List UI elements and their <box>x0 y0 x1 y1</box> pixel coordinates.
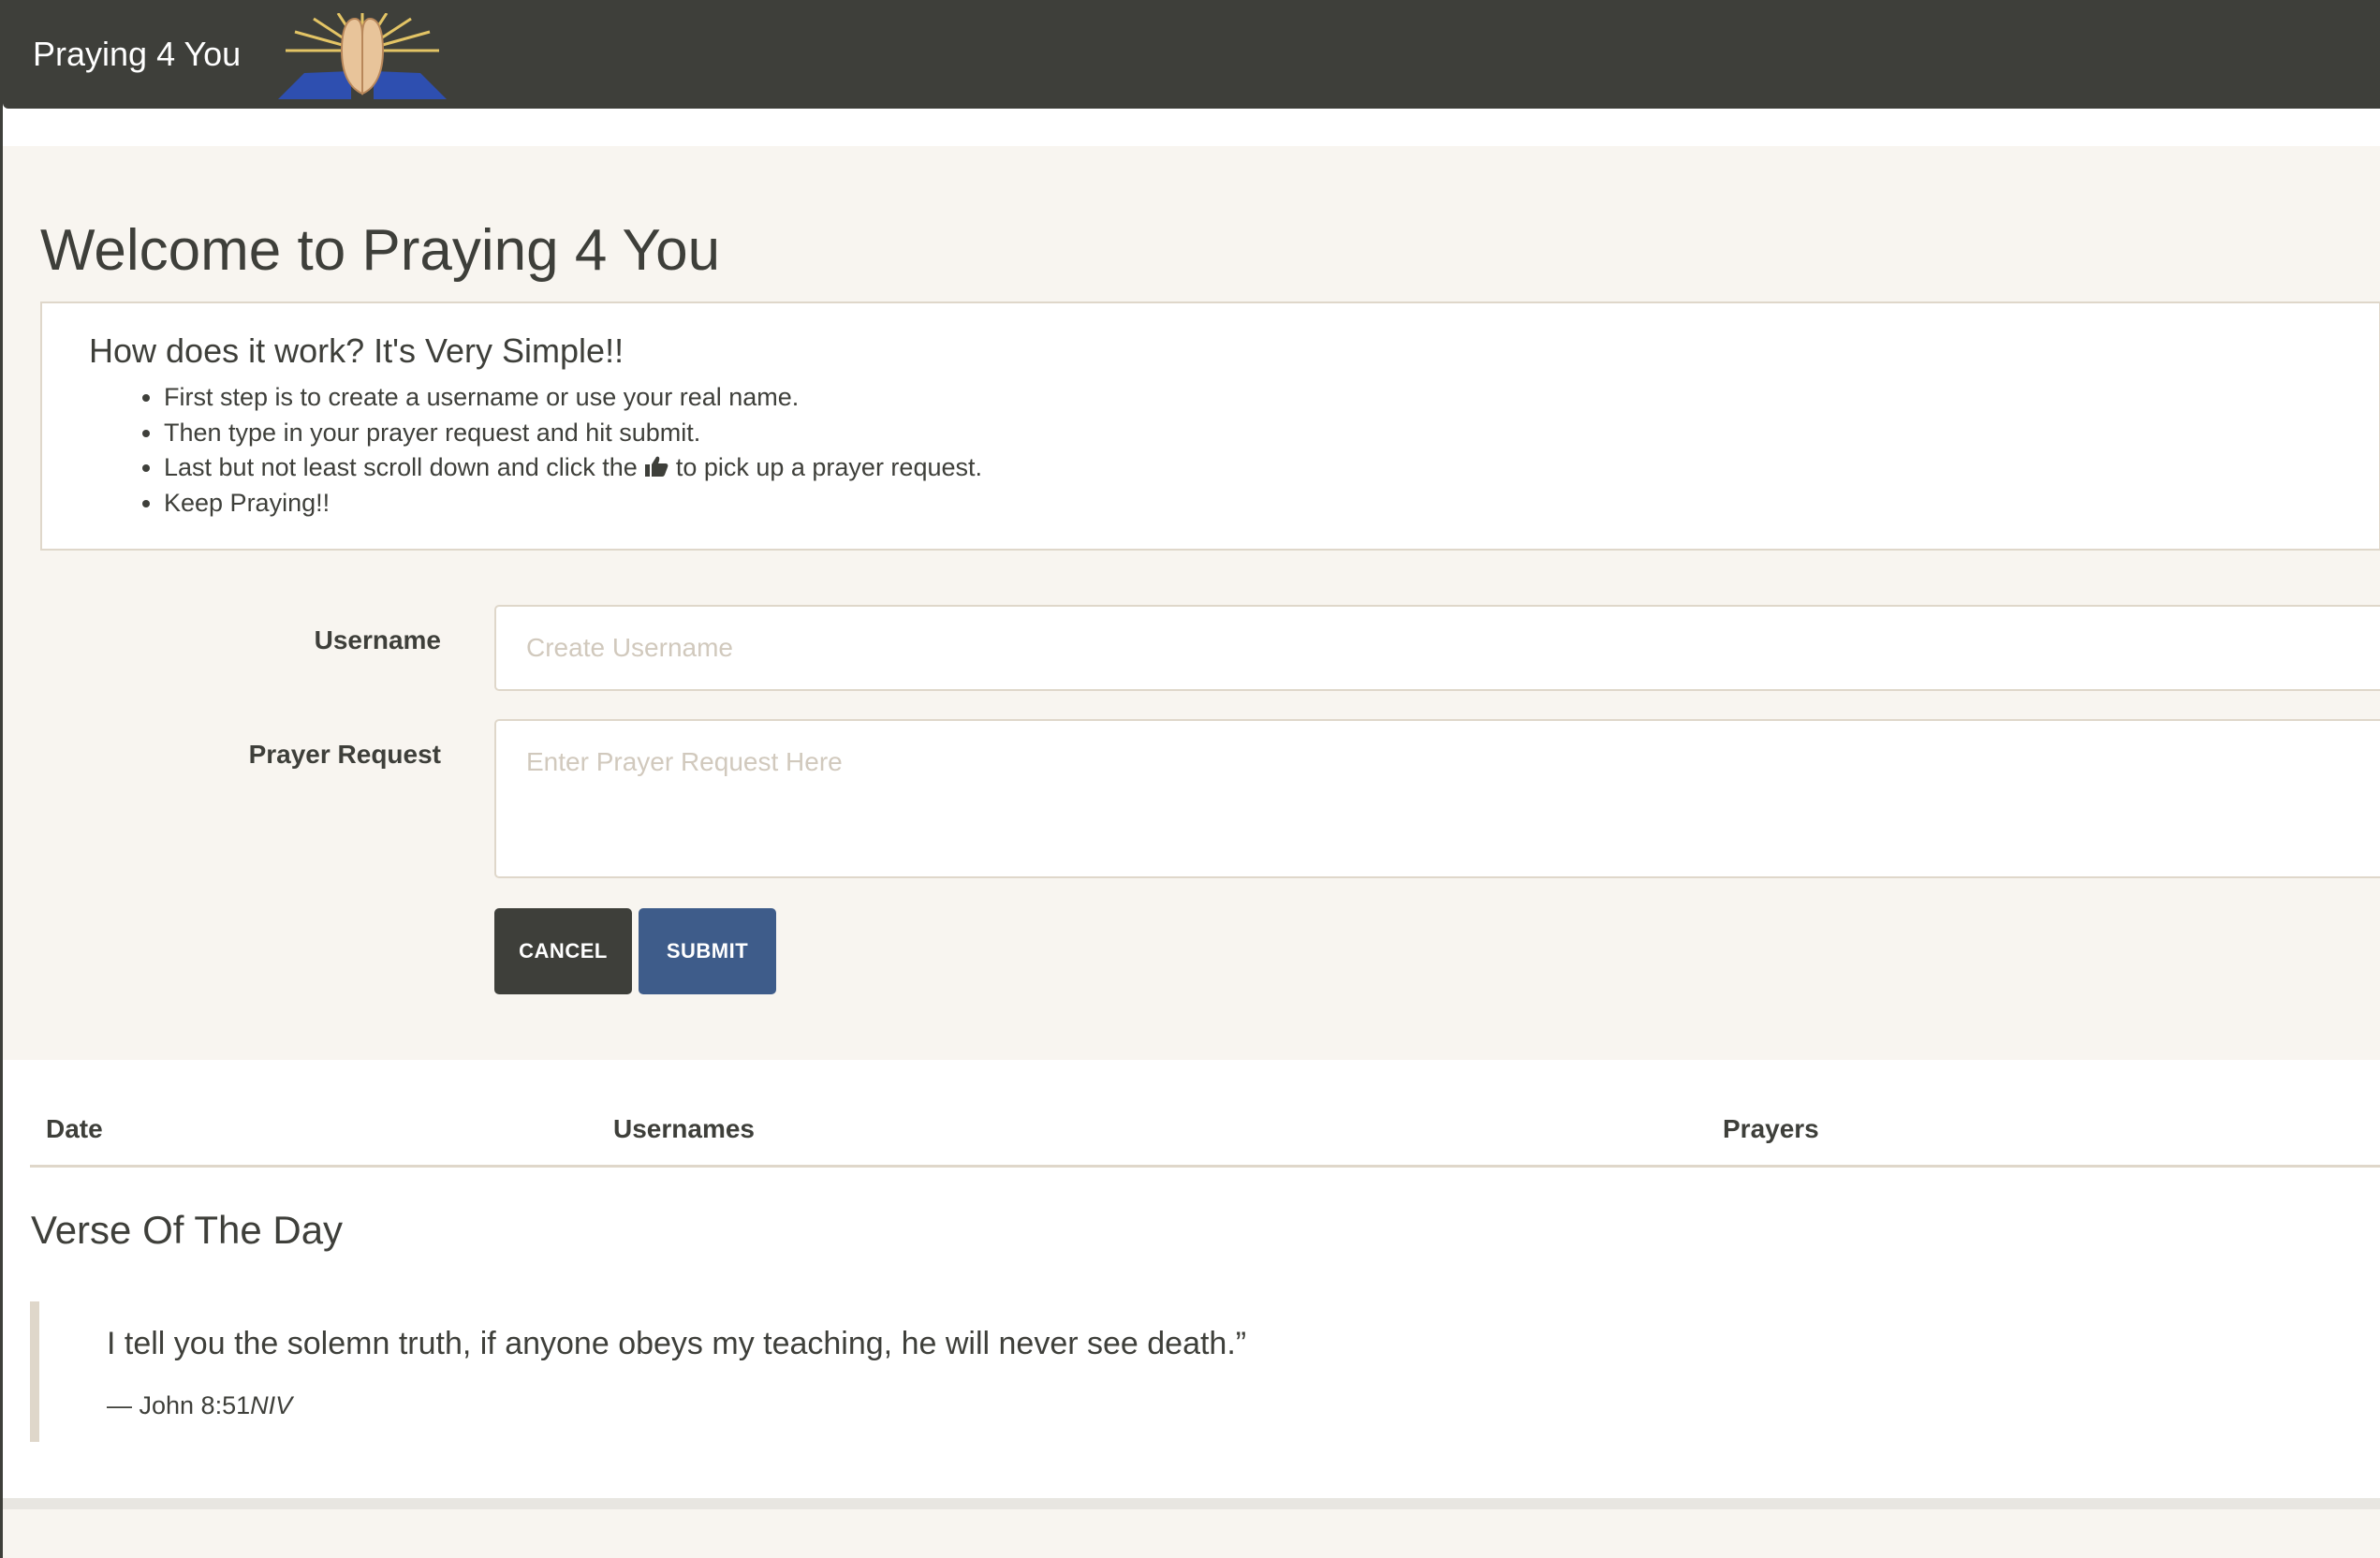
jumbotron: Welcome to Praying 4 You How does it wor… <box>3 146 2380 1060</box>
submit-button[interactable]: SUBMIT <box>639 908 776 994</box>
column-header-prayers: Prayers <box>1723 1114 1819 1143</box>
prayer-request-label: Prayer Request <box>248 740 441 769</box>
verse-text: I tell you the solemn truth, if anyone o… <box>107 1326 1247 1361</box>
step-text: Last but not least scroll down and click… <box>164 453 638 481</box>
step-text: Then type in your prayer request and hit… <box>164 418 701 447</box>
verse-citation: — John 8:51NIV <box>107 1391 292 1420</box>
how-it-works-heading: How does it work? It's Very Simple!! <box>89 331 624 370</box>
footer-bar <box>3 1498 2380 1558</box>
brand-link[interactable]: Praying 4 You <box>33 35 241 74</box>
step-item: First step is to create a username or us… <box>164 380 982 416</box>
navbar: Praying 4 You <box>3 0 2380 109</box>
step-text: to pick up a prayer request. <box>675 453 982 481</box>
verse-version: NIV <box>250 1391 293 1419</box>
column-header-date: Date <box>46 1114 103 1143</box>
step-item: Keep Praying!! <box>164 486 982 522</box>
step-text: First step is to create a username or us… <box>164 383 800 411</box>
cancel-button[interactable]: CANCEL <box>494 908 632 994</box>
step-item: Then type in your prayer request and hit… <box>164 416 982 451</box>
prayer-request-textarea[interactable] <box>494 719 2380 878</box>
step-text: Keep Praying!! <box>164 488 331 517</box>
page-title: Welcome to Praying 4 You <box>40 218 721 283</box>
step-item: Last but not least scroll down and click… <box>164 450 982 486</box>
how-it-works-panel: How does it work? It's Very Simple!! Fir… <box>40 301 2380 551</box>
praying-hands-icon <box>278 13 448 99</box>
username-input[interactable] <box>494 605 2380 691</box>
table-header-divider <box>30 1165 2380 1168</box>
thumbs-up-icon <box>645 456 668 477</box>
verse-reference: — John 8:51 <box>107 1391 251 1419</box>
column-header-usernames: Usernames <box>613 1114 755 1143</box>
steps-list: First step is to create a username or us… <box>164 380 982 521</box>
verse-blockquote: I tell you the solemn truth, if anyone o… <box>30 1301 2380 1442</box>
username-label: Username <box>314 625 441 654</box>
verse-title: Verse Of The Day <box>31 1208 344 1252</box>
